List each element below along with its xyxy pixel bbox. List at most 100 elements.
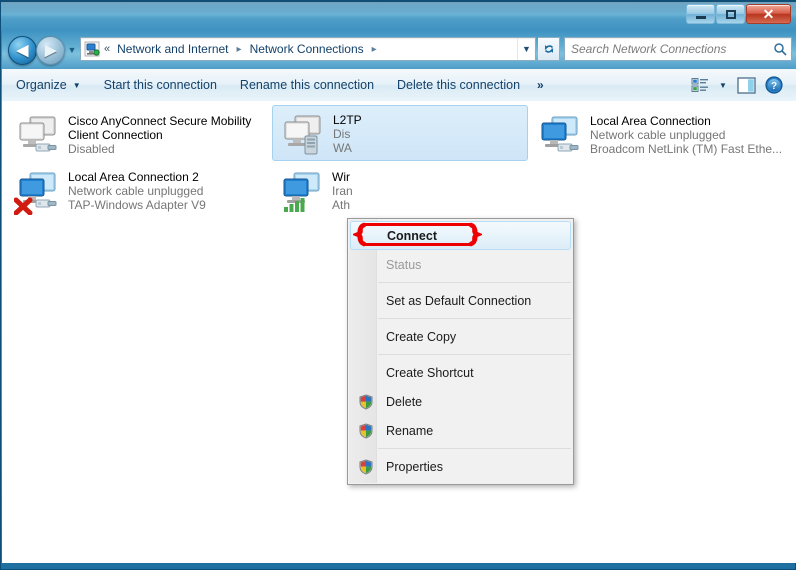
history-dropdown-button[interactable]: ▼	[66, 44, 78, 56]
connection-text-group: Local Area Connection 2 Network cable un…	[68, 167, 260, 219]
connection-item-local-area-connection-2[interactable]: Local Area Connection 2 Network cable un…	[8, 163, 264, 219]
organize-label: Organize	[16, 78, 67, 92]
forward-button[interactable]: ▶	[36, 36, 65, 65]
context-menu-separator	[378, 282, 571, 283]
minimize-icon	[695, 15, 706, 19]
delete-connection-label: Delete this connection	[397, 78, 521, 92]
connection-adapter: Broadcom NetLink (TM) Fast Ethe...	[590, 142, 783, 156]
close-button[interactable]: ✕	[746, 4, 791, 24]
connection-text-group: Cisco AnyConnect Secure Mobility Client …	[68, 111, 260, 163]
context-menu-label: Delete	[386, 394, 423, 409]
views-dropdown-button[interactable]: ▼	[716, 74, 730, 96]
connection-name: L2TP	[333, 113, 362, 127]
help-icon[interactable]: ?	[762, 74, 786, 96]
uac-shield-icon	[358, 422, 374, 439]
breadcrumb-separator-icon[interactable]: ▸	[372, 44, 377, 55]
start-connection-button[interactable]: Start this connection	[95, 74, 226, 96]
address-dropdown-button[interactable]: ▼	[517, 38, 535, 60]
context-menu-item-connect[interactable]: Connect	[350, 221, 571, 250]
context-menu-item-properties[interactable]: Properties	[350, 452, 571, 481]
breadcrumb: « Network and Internet ▸ Network Connect…	[104, 41, 517, 57]
back-arrow-icon: ◀	[16, 42, 29, 59]
context-menu-separator	[378, 448, 571, 449]
refresh-button[interactable]	[538, 37, 560, 61]
maximize-button[interactable]	[716, 4, 745, 24]
preview-pane-icon[interactable]	[734, 74, 758, 96]
network-adapter-unplugged-icon	[536, 111, 584, 159]
chevron-down-icon: ▼	[67, 45, 77, 55]
connection-item-local-area-connection[interactable]: Local Area Connection Network cable unpl…	[530, 107, 792, 163]
connection-name: Local Area Connection	[590, 114, 711, 128]
context-menu-label: Create Shortcut	[386, 365, 474, 380]
search-icon	[769, 38, 791, 60]
search-box[interactable]	[564, 37, 792, 61]
context-menu-separator	[378, 354, 571, 355]
context-menu-label: Rename	[386, 423, 434, 438]
context-menu-item-set-as-default-connection[interactable]: Set as Default Connection	[350, 286, 571, 315]
context-menu-item-rename[interactable]: Rename	[350, 416, 571, 445]
connection-name: Cisco AnyConnect Secure Mobility Client …	[68, 114, 252, 142]
breadcrumb-separator-icon[interactable]: ▸	[237, 44, 242, 55]
connection-status: Network cable unplugged	[590, 128, 726, 142]
breadcrumb-item-network-connections[interactable]: Network Connections	[247, 41, 367, 57]
context-menu-label: Connect	[387, 228, 437, 243]
toolbar-right-group: ▼ ?	[688, 74, 796, 96]
wireless-connection-icon	[278, 167, 326, 215]
navigation-bar: ◀ ▶ ▼ « Network and Internet ▸ Network C…	[2, 31, 796, 69]
close-icon: ✕	[762, 6, 775, 22]
chevron-down-icon: ▼	[522, 44, 531, 54]
maximize-icon	[725, 9, 736, 19]
views-icon[interactable]	[688, 74, 712, 96]
context-menu-label: Create Copy	[386, 329, 457, 344]
connection-status: Dis	[333, 127, 351, 141]
toolbar-overflow-button[interactable]: »	[529, 74, 552, 96]
uac-shield-icon	[358, 393, 374, 410]
forward-arrow-icon: ▶	[44, 42, 57, 59]
back-button[interactable]: ◀	[8, 36, 37, 65]
context-menu-item-create-copy[interactable]: Create Copy	[350, 322, 571, 351]
context-menu-label: Properties	[386, 459, 443, 474]
connection-item-l2tp[interactable]: L2TP Dis WA	[272, 105, 528, 161]
address-bar[interactable]: « Network and Internet ▸ Network Connect…	[80, 37, 536, 61]
connection-adapter: TAP-Windows Adapter V9	[68, 198, 206, 212]
connection-adapter: Ath	[332, 198, 351, 212]
start-connection-label: Start this connection	[103, 78, 217, 92]
connection-status: Network cable unplugged	[68, 184, 204, 198]
connection-status: Iran	[332, 184, 353, 198]
connection-text-group: Local Area Connection Network cable unpl…	[590, 111, 788, 163]
connection-name: Wir	[332, 170, 350, 184]
vpn-connection-icon	[279, 110, 327, 158]
context-menu-separator	[378, 318, 571, 319]
breadcrumb-overflow-icon[interactable]: «	[104, 43, 110, 55]
connection-item-wireless[interactable]: Wir Iran Ath	[272, 163, 528, 219]
minimize-button[interactable]	[686, 4, 715, 24]
connection-adapter: WA	[333, 141, 352, 155]
network-folder-icon	[84, 41, 100, 57]
connections-list: Cisco AnyConnect Secure Mobility Client …	[2, 101, 796, 563]
connection-text-group: Wir Iran Ath	[332, 167, 524, 219]
network-adapter-disabled-icon	[14, 111, 62, 159]
breadcrumb-item-network-and-internet[interactable]: Network and Internet	[114, 41, 231, 57]
chevron-down-icon: ▼	[72, 80, 81, 90]
organize-button[interactable]: Organize ▼	[7, 74, 90, 96]
context-menu-label: Set as Default Connection	[386, 293, 532, 308]
context-menu-item-status: Status	[350, 250, 571, 279]
explorer-window: ✕ ◀ ▶ ▼ « Network and Internet ▸ Network…	[0, 0, 796, 570]
context-menu-item-delete[interactable]: Delete	[350, 387, 571, 416]
uac-shield-icon	[358, 458, 374, 475]
title-bar: ✕	[1, 1, 796, 31]
delete-connection-button[interactable]: Delete this connection	[388, 74, 529, 96]
context-menu-label: Status	[386, 257, 422, 272]
connection-text-group: L2TP Dis WA	[333, 110, 523, 160]
window-controls: ✕	[685, 4, 791, 24]
rename-connection-button[interactable]: Rename this connection	[231, 74, 383, 96]
connection-item-cisco-anyconnect[interactable]: Cisco AnyConnect Secure Mobility Client …	[8, 107, 264, 163]
context-menu-item-create-shortcut[interactable]: Create Shortcut	[350, 358, 571, 387]
title-bar-glass	[1, 2, 796, 16]
chevron-down-icon: ▼	[719, 80, 727, 90]
svg-text:?: ?	[771, 81, 777, 92]
search-input[interactable]	[565, 41, 769, 57]
connection-status: Disabled	[68, 142, 115, 156]
rename-connection-label: Rename this connection	[239, 78, 375, 92]
network-adapter-unplugged-icon	[13, 167, 62, 216]
